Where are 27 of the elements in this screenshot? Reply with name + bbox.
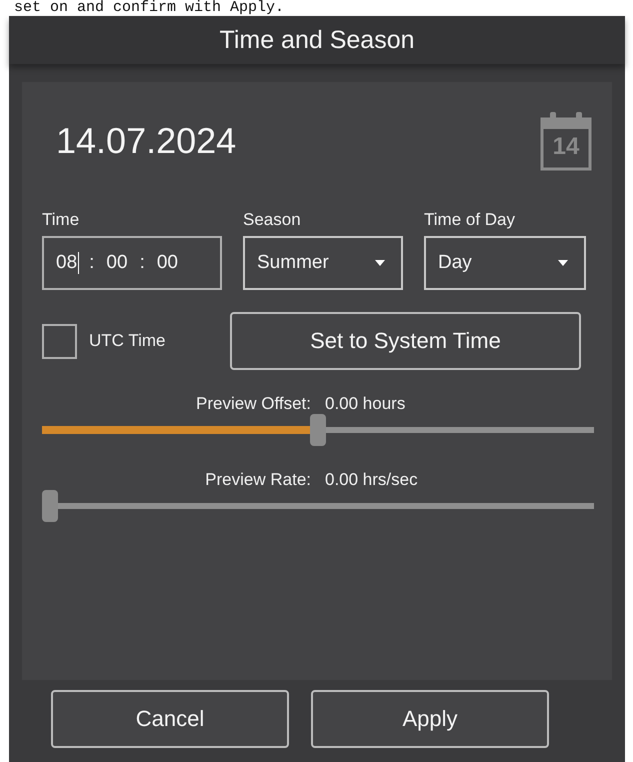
window-title: Time and Season: [219, 26, 415, 54]
field-label: Time: [42, 210, 80, 231]
slider-reading: 0.00 hours: [325, 394, 406, 414]
checkbox[interactable]: [42, 324, 77, 358]
field-label: Time of Day: [424, 210, 516, 231]
slider-thumb[interactable]: [310, 414, 326, 446]
caption-text: set on and confirm with Apply.: [14, 0, 284, 16]
slider-thumb[interactable]: [42, 490, 58, 522]
set-system-time-button[interactable]: Set to System Time: [230, 312, 581, 370]
time-segment[interactable]: :: [140, 252, 147, 274]
dialog-button[interactable]: Apply: [311, 690, 549, 748]
date-text: 14.07.2024: [56, 120, 236, 162]
checkbox-label: UTC Time: [89, 331, 166, 351]
slider-reading: 0.00 hrs/sec: [325, 470, 419, 490]
caret-icon: [558, 260, 568, 266]
slider-label: Preview Rate:: [204, 470, 311, 490]
time-field[interactable]: 08 : 00 : 00: [42, 236, 222, 290]
time-segment[interactable]: :: [89, 252, 96, 274]
dialog-button[interactable]: Cancel: [51, 690, 289, 748]
time-segment[interactable]: 00: [156, 252, 180, 274]
slider-label: Preview Offset:: [195, 394, 311, 414]
caret-icon: [375, 260, 385, 266]
dropdown[interactable]: Summer: [243, 236, 403, 290]
dropdown[interactable]: Day: [424, 236, 586, 290]
time-segment[interactable]: 08: [56, 252, 80, 274]
time-segment[interactable]: 00: [106, 252, 130, 274]
field-label: Season: [243, 210, 302, 231]
